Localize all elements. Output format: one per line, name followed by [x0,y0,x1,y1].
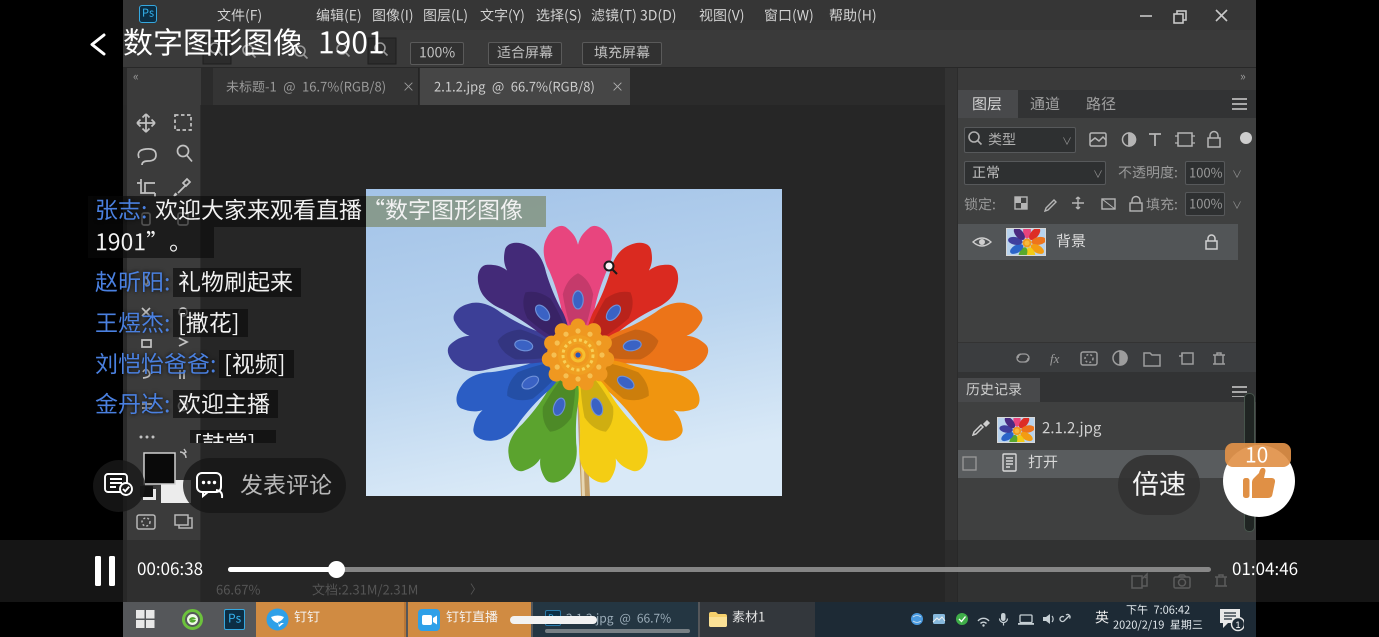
svg-text:1: 1 [1235,620,1240,630]
svg-text:fx: fx [1050,351,1060,366]
